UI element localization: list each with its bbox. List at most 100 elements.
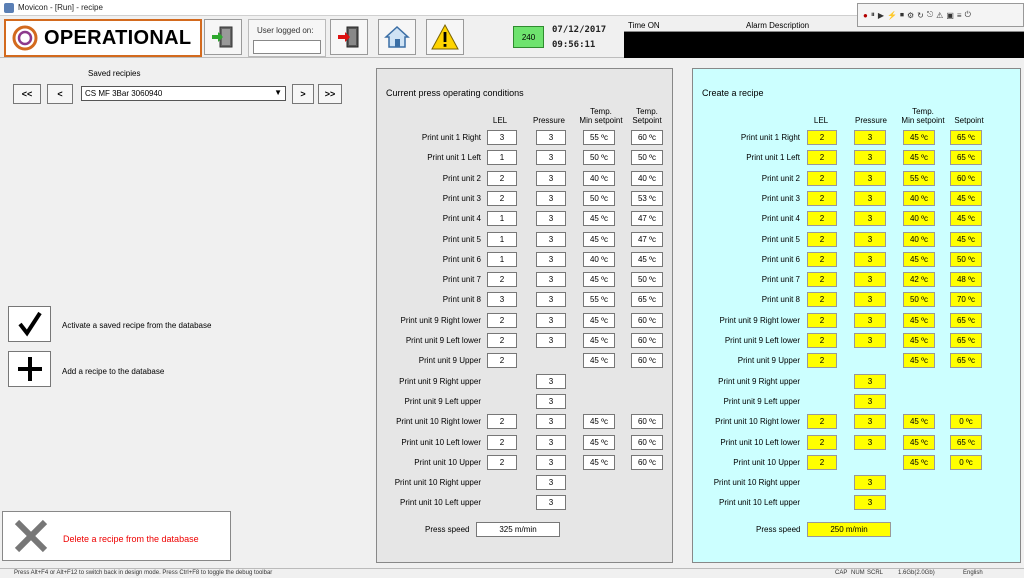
- value-field-min[interactable]: 45 ºc: [583, 434, 615, 450]
- last-recipe-button[interactable]: >>: [318, 84, 342, 104]
- delete-recipe-button[interactable]: Delete a recipe from the database: [2, 511, 231, 561]
- value-field-set[interactable]: 47 ºc: [631, 231, 663, 247]
- value-field-set[interactable]: 60 ºc: [631, 454, 663, 470]
- debug-stop-icon[interactable]: ⏹: [900, 10, 904, 20]
- value-field-lel[interactable]: 1: [487, 251, 517, 267]
- value-field-pressure[interactable]: 3: [854, 393, 886, 409]
- debug-flash-icon[interactable]: ⚡: [887, 11, 897, 20]
- next-recipe-button[interactable]: >: [292, 84, 314, 104]
- debug-warning-icon[interactable]: ⚠: [936, 11, 943, 20]
- value-field-lel[interactable]: 2: [487, 414, 517, 430]
- value-field-lel[interactable]: 2: [487, 353, 517, 369]
- value-field-pressure[interactable]: 3: [854, 333, 886, 348]
- value-field-pressure[interactable]: 3: [854, 373, 886, 389]
- value-field-set[interactable]: 60 ºc: [950, 170, 982, 186]
- debug-record-icon[interactable]: ●: [863, 11, 868, 20]
- value-field-min[interactable]: 45 ºc: [583, 454, 615, 470]
- value-field-lel[interactable]: 2: [807, 292, 837, 308]
- value-field-set[interactable]: 65 ºc: [950, 434, 982, 450]
- value-field-pressure[interactable]: 3: [536, 190, 566, 206]
- value-field-lel[interactable]: 3: [487, 130, 517, 145]
- value-field-lel[interactable]: 2: [807, 454, 837, 470]
- value-field-min[interactable]: 45 ºc: [903, 312, 935, 328]
- debug-play-icon[interactable]: ▶: [878, 11, 884, 20]
- value-field-lel[interactable]: 2: [807, 170, 837, 186]
- value-field-min[interactable]: 40 ºc: [903, 211, 935, 227]
- value-field-pressure[interactable]: 3: [854, 251, 886, 267]
- value-field-pressure[interactable]: 3: [536, 495, 566, 511]
- value-field-min[interactable]: 45 ºc: [903, 333, 935, 348]
- value-field-lel[interactable]: 1: [487, 150, 517, 166]
- value-field-pressure[interactable]: 3: [854, 272, 886, 288]
- value-field-lel[interactable]: 2: [807, 333, 837, 348]
- value-field-set[interactable]: 45 ºc: [950, 190, 982, 206]
- value-field-pressure[interactable]: 3: [854, 292, 886, 308]
- value-field-lel[interactable]: 2: [807, 211, 837, 227]
- value-field-pressure[interactable]: 3: [854, 495, 886, 511]
- value-field-min[interactable]: 55 ºc: [583, 292, 615, 308]
- value-field-pressure[interactable]: 3: [854, 475, 886, 491]
- prev-recipe-button[interactable]: <: [47, 84, 73, 104]
- value-field-lel[interactable]: 2: [487, 312, 517, 328]
- value-field-set[interactable]: 65 ºc: [950, 353, 982, 369]
- debug-gear-icon[interactable]: ⚙: [907, 11, 914, 20]
- value-field-set[interactable]: 50 ºc: [950, 251, 982, 267]
- value-field-pressure[interactable]: 3: [536, 414, 566, 430]
- value-field-lel[interactable]: 2: [487, 170, 517, 186]
- value-field-pressure[interactable]: 3: [536, 251, 566, 267]
- value-field-pressure[interactable]: 3: [536, 434, 566, 450]
- value-field-min[interactable]: 45 ºc: [903, 434, 935, 450]
- value-field-min[interactable]: 45 ºc: [583, 333, 615, 348]
- debug-list-icon[interactable]: ≡: [957, 11, 962, 20]
- value-field-lel[interactable]: 2: [487, 333, 517, 348]
- value-field-lel[interactable]: 2: [807, 353, 837, 369]
- value-field-min[interactable]: 45 ºc: [583, 353, 615, 369]
- debug-power-icon[interactable]: ⏻: [965, 10, 971, 20]
- home-button[interactable]: [378, 19, 416, 55]
- value-field-min[interactable]: 45 ºc: [903, 130, 935, 145]
- value-field-lel[interactable]: 2: [807, 130, 837, 145]
- value-field-pressure[interactable]: 3: [854, 150, 886, 166]
- value-field-set[interactable]: 48 ºc: [950, 272, 982, 288]
- value-field-lel[interactable]: 2: [807, 434, 837, 450]
- value-field-pressure[interactable]: 3: [854, 434, 886, 450]
- value-field-set[interactable]: 45 ºc: [950, 231, 982, 247]
- value-field-lel[interactable]: 2: [807, 231, 837, 247]
- value-field-set[interactable]: 65 ºc: [950, 150, 982, 166]
- value-field-set[interactable]: 53 ºc: [631, 190, 663, 206]
- value-field-min[interactable]: 45 ºc: [903, 353, 935, 369]
- value-field-min[interactable]: 45 ºc: [583, 414, 615, 430]
- first-recipe-button[interactable]: <<: [13, 84, 41, 104]
- value-field-min[interactable]: 40 ºc: [903, 190, 935, 206]
- value-field-pressure[interactable]: 3: [854, 130, 886, 145]
- value-field-min[interactable]: 42 ºc: [903, 272, 935, 288]
- value-field-min[interactable]: 45 ºc: [903, 414, 935, 430]
- value-field-set[interactable]: 40 ºc: [631, 170, 663, 186]
- value-field-set[interactable]: 70 ºc: [950, 292, 982, 308]
- value-field-min[interactable]: 55 ºc: [903, 170, 935, 186]
- value-field-set[interactable]: 65 ºc: [950, 130, 982, 145]
- value-field-min[interactable]: 45 ºc: [583, 211, 615, 227]
- alarm-button[interactable]: [426, 19, 464, 55]
- value-field-pressure[interactable]: 3: [536, 373, 566, 389]
- value-field-pressure[interactable]: 3: [536, 170, 566, 186]
- value-field-lel[interactable]: 2: [807, 272, 837, 288]
- value-field-min[interactable]: 45 ºc: [583, 312, 615, 328]
- value-field-pressure[interactable]: 3: [536, 130, 566, 145]
- debug-pause-icon[interactable]: ⏸: [871, 10, 875, 20]
- value-field-lel[interactable]: 1: [487, 231, 517, 247]
- value-field-set[interactable]: 60 ºc: [631, 353, 663, 369]
- value-field-min[interactable]: 40 ºc: [583, 251, 615, 267]
- value-field-set[interactable]: 60 ºc: [631, 434, 663, 450]
- value-field-set[interactable]: 65 ºc: [950, 333, 982, 348]
- debug-refresh-icon[interactable]: ↻: [917, 11, 924, 20]
- value-field-lel[interactable]: 2: [487, 190, 517, 206]
- value-field-pressure[interactable]: 3: [536, 231, 566, 247]
- value-field-pressure[interactable]: 3: [536, 150, 566, 166]
- value-field-lel[interactable]: 2: [487, 272, 517, 288]
- press-speed-field[interactable]: 250 m/min: [807, 522, 891, 537]
- value-field-pressure[interactable]: 3: [536, 211, 566, 227]
- value-field-pressure[interactable]: 3: [536, 454, 566, 470]
- value-field-lel[interactable]: 2: [807, 251, 837, 267]
- value-field-min[interactable]: 40 ºc: [903, 231, 935, 247]
